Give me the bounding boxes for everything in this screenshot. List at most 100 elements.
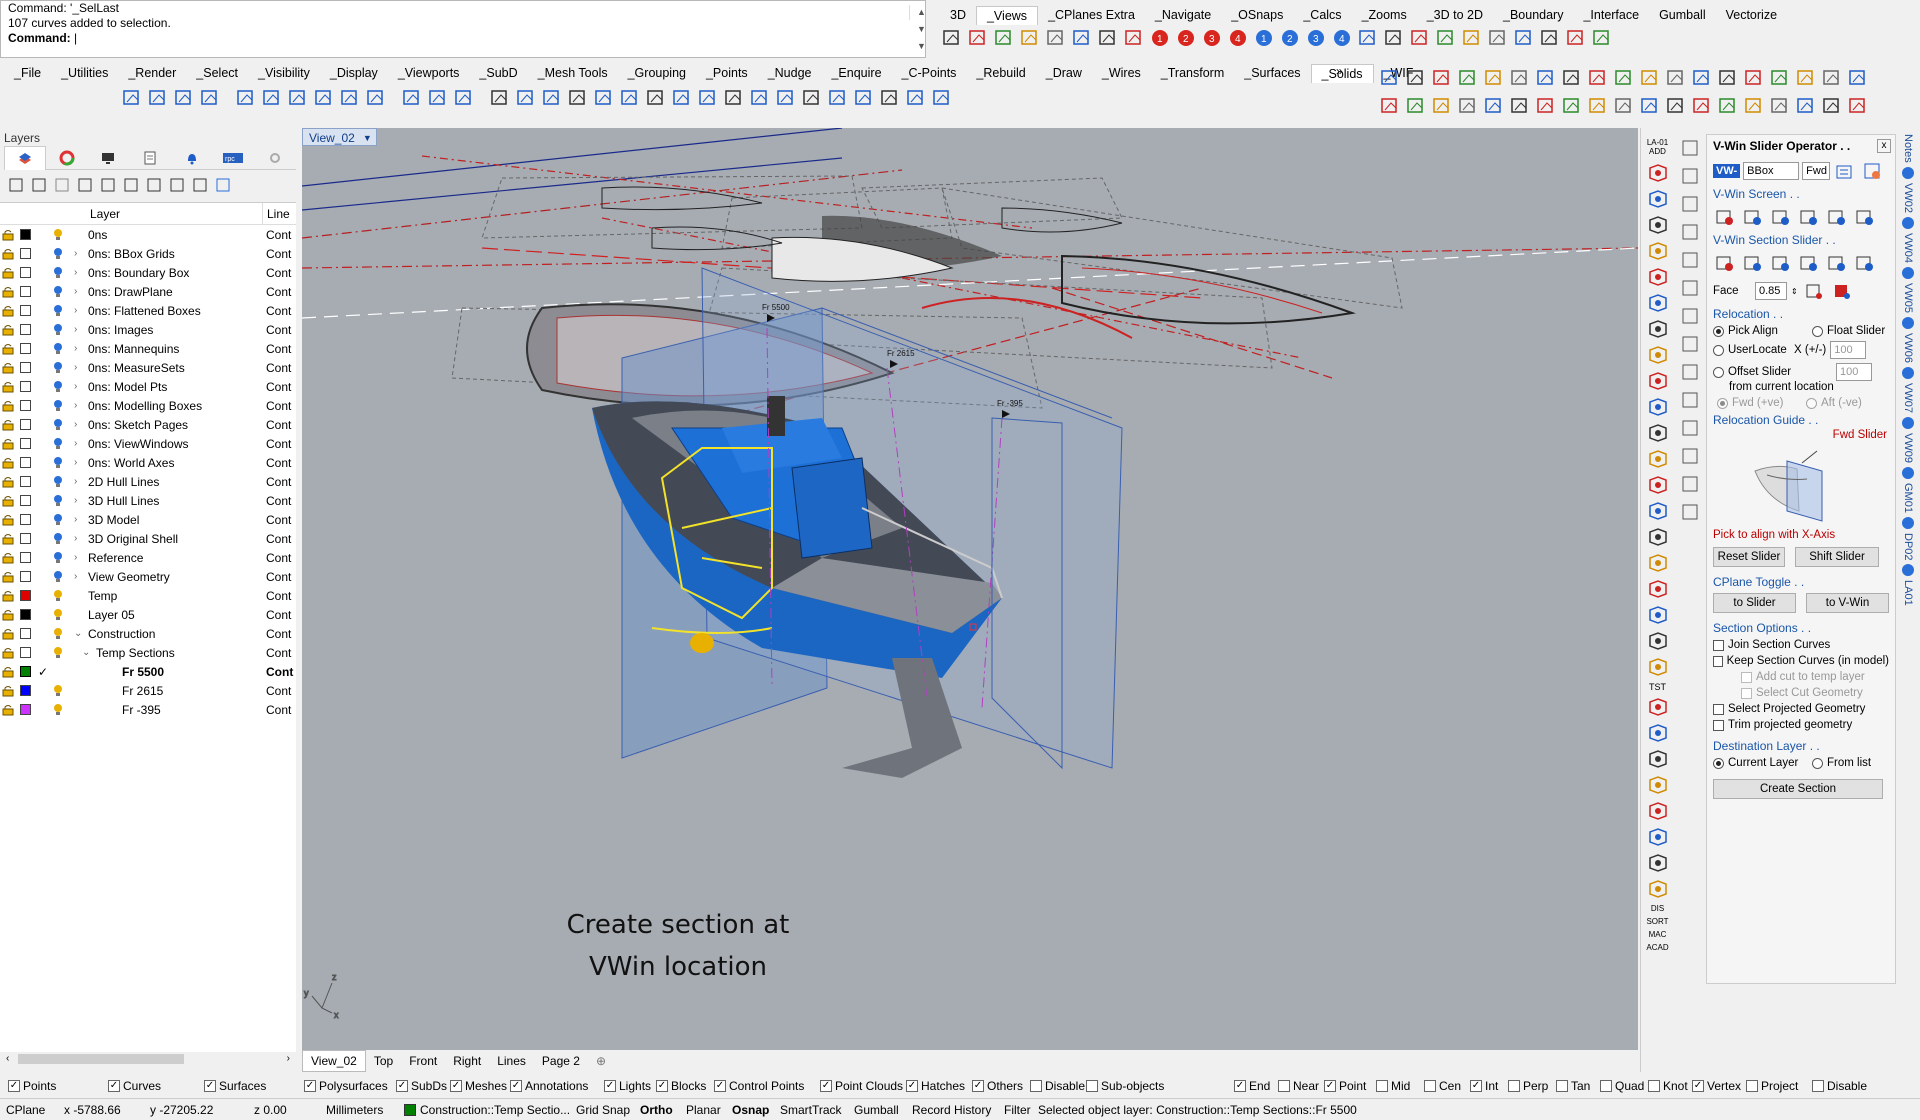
expand-chevron-icon[interactable]: ›: [74, 438, 77, 449]
utility-b17-icon[interactable]: [1794, 94, 1818, 118]
shift-slider-button[interactable]: Shift Slider: [1795, 547, 1879, 567]
utility-a15-icon[interactable]: [1742, 66, 1766, 90]
expand-chevron-icon[interactable]: ›: [74, 362, 77, 373]
layer-color-swatch[interactable]: [20, 438, 31, 449]
filter-toggle[interactable]: Filter: [1004, 1100, 1031, 1120]
lock-icon[interactable]: [2, 229, 14, 241]
main-tab-file[interactable]: _File: [4, 64, 51, 83]
expand-chevron-icon[interactable]: ›: [74, 552, 77, 563]
lock-icon[interactable]: [2, 533, 14, 545]
layer-linetype[interactable]: Cont: [266, 665, 293, 679]
layer-linetype[interactable]: Cont: [266, 494, 291, 508]
vwin-side-tool-14-icon[interactable]: [1680, 502, 1700, 522]
osnap-checkbox[interactable]: [1600, 1080, 1612, 1092]
view-tool-8-icon[interactable]: [1122, 26, 1146, 50]
lock-icon[interactable]: [2, 590, 14, 602]
vwin-tool-23-icon[interactable]: [1647, 748, 1669, 770]
osnap-end[interactable]: ✓ End: [1234, 1079, 1270, 1093]
utility-a7-icon[interactable]: [1534, 66, 1558, 90]
top-tab-vectorize[interactable]: Vectorize: [1716, 6, 1787, 25]
main-tab-rebuild[interactable]: _Rebuild: [966, 64, 1035, 83]
filter-control-points[interactable]: ✓ Control Points: [714, 1079, 804, 1093]
section-slider-tool-2-icon[interactable]: [1741, 251, 1765, 275]
layer-color-swatch[interactable]: [20, 286, 31, 297]
layer-linetype[interactable]: Cont: [266, 513, 291, 527]
lock-icon[interactable]: [2, 286, 14, 298]
vwin-side-tool-2-icon[interactable]: [1680, 166, 1700, 186]
viewport-tab-front[interactable]: Front: [401, 1051, 445, 1071]
layer-row[interactable]: › 0ns: ViewWindows Cont: [0, 434, 296, 453]
light-bulb-icon[interactable]: [52, 285, 64, 299]
face-tool-1-icon[interactable]: [1802, 279, 1826, 303]
light-bulb-icon[interactable]: [52, 323, 64, 337]
layer-color-swatch[interactable]: [20, 647, 31, 658]
pick-align-radio[interactable]: [1713, 325, 1724, 337]
scroll-up-icon[interactable]: ▲: [917, 5, 926, 22]
filter-sub-objects[interactable]: Sub-objects: [1086, 1079, 1164, 1093]
expand-chevron-icon[interactable]: ›: [74, 533, 77, 544]
layer-row[interactable]: ⌄ Construction Cont: [0, 624, 296, 643]
layer-linetype[interactable]: Cont: [266, 684, 291, 698]
light-bulb-icon[interactable]: [52, 418, 64, 432]
lock-icon[interactable]: [2, 495, 14, 507]
top-tab-osnaps[interactable]: _OSnaps: [1221, 6, 1293, 25]
layer-linetype[interactable]: Cont: [266, 589, 291, 603]
solid-tool-2-icon[interactable]: [146, 86, 170, 110]
red-viewport-3-icon[interactable]: 3: [1200, 26, 1224, 50]
top-tab-calcs[interactable]: _Calcs: [1293, 6, 1351, 25]
filter-polysurfaces[interactable]: ✓ Polysurfaces: [304, 1079, 388, 1093]
lock-icon[interactable]: [2, 343, 14, 355]
layer-color-swatch[interactable]: [20, 685, 31, 696]
utility-b4-icon[interactable]: [1456, 94, 1480, 118]
light-bulb-icon[interactable]: [52, 513, 64, 527]
gumball-toggle[interactable]: Gumball: [854, 1100, 899, 1120]
view-tool-5-icon[interactable]: [1044, 26, 1068, 50]
utility-b9-icon[interactable]: [1586, 94, 1610, 118]
utility-b2-icon[interactable]: [1404, 94, 1428, 118]
layer-row[interactable]: › 0ns: DrawPlane Cont: [0, 282, 296, 301]
osnap-perp[interactable]: Perp: [1508, 1079, 1548, 1093]
filter-checkbox[interactable]: ✓: [108, 1080, 120, 1092]
expand-chevron-icon[interactable]: ›: [74, 286, 77, 297]
boolean-2-icon[interactable]: [426, 86, 450, 110]
layer-color-swatch[interactable]: [20, 533, 31, 544]
boolean-1-icon[interactable]: [400, 86, 424, 110]
expand-chevron-icon[interactable]: ›: [74, 419, 77, 430]
units-label[interactable]: Millimeters: [326, 1100, 383, 1120]
viewport-title-tab[interactable]: View_02 ▼: [302, 128, 377, 146]
main-tab-c-points[interactable]: _C-Points: [892, 64, 967, 83]
notifications-tab[interactable]: [171, 146, 213, 170]
sidebar-tab-dp02[interactable]: DP02: [1902, 533, 1914, 561]
acad-label[interactable]: ACAD: [1646, 943, 1668, 952]
expand-chevron-icon[interactable]: ›: [74, 248, 77, 259]
filter-checkbox[interactable]: [1086, 1080, 1098, 1092]
layer-linetype[interactable]: Cont: [266, 418, 291, 432]
solid-edit-5-icon[interactable]: [592, 86, 616, 110]
utility-a19-icon[interactable]: [1846, 66, 1870, 90]
view-tool-1-icon[interactable]: [940, 26, 964, 50]
layer-color-swatch[interactable]: [20, 419, 31, 430]
layer-linetype[interactable]: Cont: [266, 570, 291, 584]
utility-a8-icon[interactable]: [1560, 66, 1584, 90]
lock-icon[interactable]: [2, 400, 14, 412]
face-tool-2-icon[interactable]: [1830, 279, 1854, 303]
osnap-checkbox[interactable]: [1278, 1080, 1290, 1092]
section-slider-tool-1-icon[interactable]: [1713, 251, 1737, 275]
primitive-1-icon[interactable]: [234, 86, 258, 110]
expand-chevron-icon[interactable]: ›: [74, 324, 77, 335]
vwin-screen-tool-1-icon[interactable]: [1713, 205, 1737, 229]
view-layout-10-icon[interactable]: [1590, 26, 1614, 50]
main-tab-nudge[interactable]: _Nudge: [758, 64, 822, 83]
lock-icon[interactable]: [2, 571, 14, 583]
view-layout-9-icon[interactable]: [1564, 26, 1588, 50]
layer-linetype[interactable]: Cont: [266, 608, 291, 622]
main-tab-render[interactable]: _Render: [118, 64, 186, 83]
direction-field[interactable]: Fwd: [1802, 162, 1831, 180]
layer-row[interactable]: Fr 2615 Cont: [0, 681, 296, 700]
osnap-mid[interactable]: Mid: [1376, 1079, 1410, 1093]
move-left-icon[interactable]: [121, 175, 141, 195]
lock-icon[interactable]: [2, 552, 14, 564]
layers-horizontal-scrollbar[interactable]: ‹ ›: [4, 1052, 292, 1066]
light-bulb-icon[interactable]: [52, 380, 64, 394]
layer-row[interactable]: › 0ns: Modelling Boxes Cont: [0, 396, 296, 415]
